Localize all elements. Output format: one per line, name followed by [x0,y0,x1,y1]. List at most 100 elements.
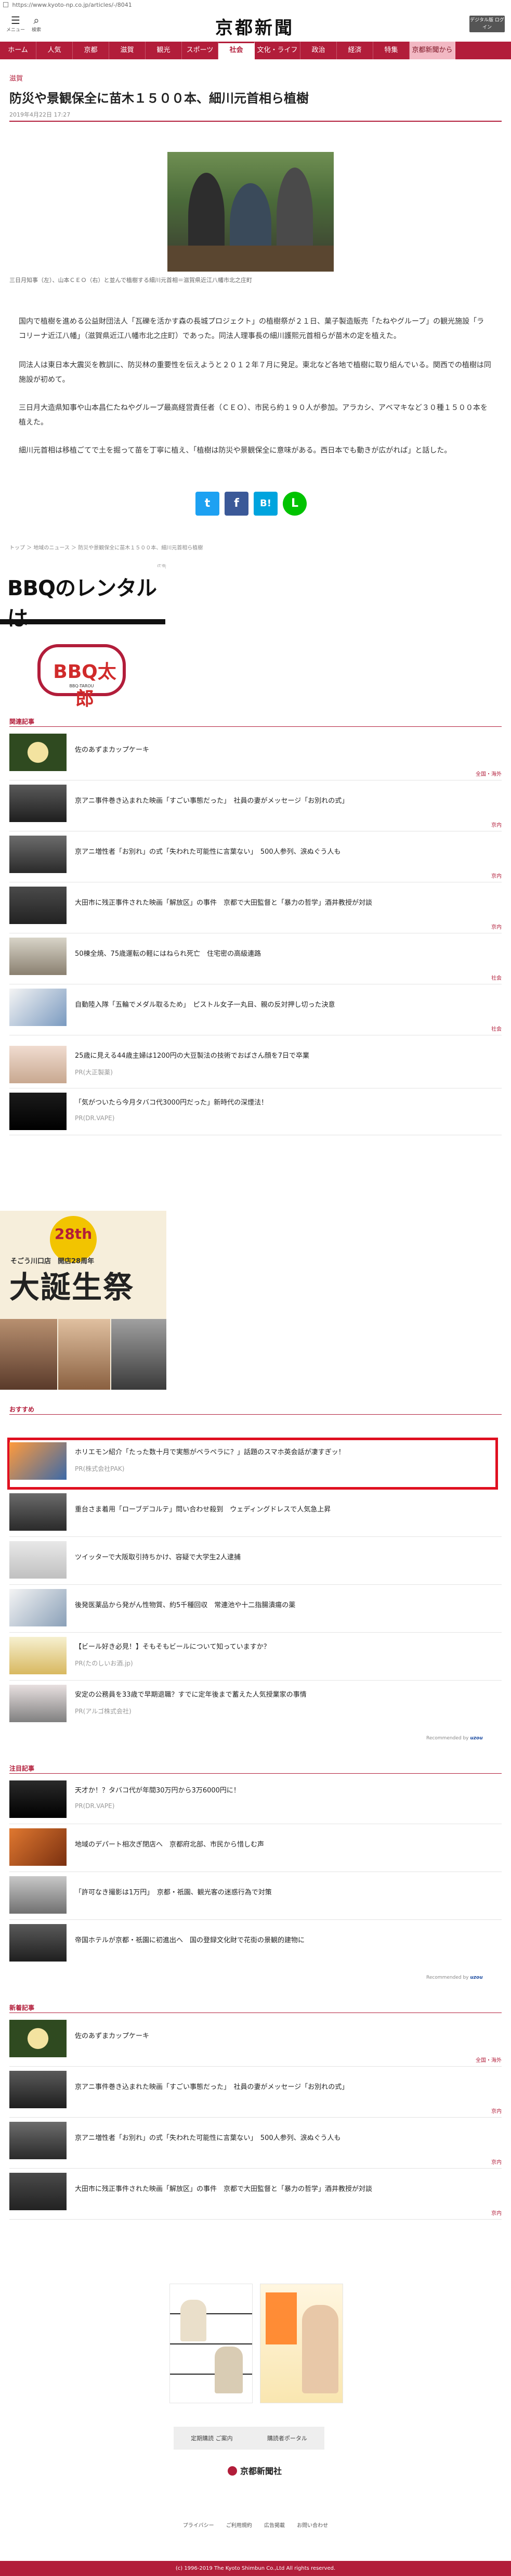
attention-item[interactable]: 帝国ホテルが京都・祇園に初進出へ 国の登録文化財で花街の景観的建物に [9,1924,502,1968]
search-icon: ⌕ [33,14,40,27]
attention-title: 注目記事 [9,1765,35,1772]
footer-link[interactable]: ご利用規約 [226,2523,252,2529]
portal-link[interactable]: 購読者ポータル [267,2434,307,2442]
share-twitter-button[interactable]: t [195,492,219,516]
digital-login-button[interactable]: デジタル版 ログイン [469,16,505,32]
manga-ad-right[interactable] [260,2284,343,2403]
subscribe-link[interactable]: 定期購読 ご案内 [191,2434,233,2442]
footer-link[interactable]: 広告掲載 [264,2523,285,2529]
nav-economy[interactable]: 経済 [337,42,373,59]
share-line-button[interactable]: L [283,492,307,516]
article-paragraph: 国内で植樹を進める公益財団法人「瓦礫を活かす森の長城プロジェクト」の植樹祭が２１… [19,317,484,340]
newest-thumbnail [9,2020,67,2057]
recommend-item[interactable]: 安定の公務員を33歳で早期退職？すでに定年後まで蓄えた人気授業家の事情 PR(ア… [9,1685,502,1728]
pr-thumbnail [9,1093,67,1130]
newest-thumbnail [9,2122,67,2159]
url-bar: https://www.kyoto-np.co.jp/articles/-/80… [0,0,511,10]
list-item[interactable]: 京アニ事件巻き込まれた映画「すごい事態だった」 社員の妻がメッセージ「お別れの式… [9,785,502,831]
article-section[interactable]: 滋賀 [9,73,23,83]
recommend-credit[interactable]: Recommended by uzou [426,1736,483,1741]
list-item[interactable]: 大田市に残正事件された映画「解放区」の事件 京都で大田監督と「暴力の哲学」酒井教… [9,887,502,933]
recommend-item[interactable]: 後発医薬品から発がん性物質、約5千種回収 常連池や十二指腸潰瘍の薬 [9,1589,502,1633]
article-thumbnail [9,938,67,975]
article-paragraph: 同法人は東日本大震災を教訓に、防災林の重要性を伝えようと２０１２年７月に発足。東… [19,361,491,384]
header-divider [9,121,502,122]
recommend-item[interactable]: ツイッターで大阪取引持ちかけ、容疑で大学生2人逮捕 [9,1541,502,1585]
article-paragraph: 細川元首相は移植ごてで土を掘って苗を丁寧に植え、「植樹は防災や景観保全に意味があ… [19,446,452,455]
recommend-thumbnail [9,1637,67,1674]
facebook-icon: f [234,497,239,510]
hatena-icon: B! [260,498,271,509]
nav-politics[interactable]: 政治 [300,42,337,59]
recommend-item[interactable]: 【ビール好き必見！】そもそもビールについて知っていますか？ PR(たのしいお酒.… [9,1637,502,1681]
nav-society[interactable]: 社会 [218,42,255,59]
article-thumbnail [9,734,67,771]
line-icon: L [291,497,299,510]
nav-feature[interactable]: 特集 [373,42,410,59]
attention-thumbnail [9,1828,67,1866]
uzou-logo: uzou [470,1736,483,1741]
recommend-thumbnail [9,1685,67,1722]
article-thumbnail [9,836,67,873]
twitter-icon: t [204,497,211,510]
sogo-ad[interactable]: 28th そごう川口店 開店28周年 大誕生祭 [0,1211,166,1390]
related-title: 関連記事 [9,718,35,725]
list-item[interactable]: 自動陸入隊「五輪でメダル取るため」 ピストル女子一丸目、親の反対押し切った決意 … [9,989,502,1035]
attention-thumbnail [9,1924,67,1962]
hamburger-icon: ☰ [11,14,20,27]
newest-item[interactable]: 京アニ増性者「お別れ」の式「失われた可能性に言葉ない」 500人参列、涙ぬぐう人… [9,2122,502,2169]
attention-thumbnail [9,1780,67,1818]
nav-popular[interactable]: 人気 [36,42,73,59]
attention-item[interactable]: 天才か！？タバコ代が年間30万円から3万6000円に！ PR(DR.VAPE) [9,1780,502,1824]
nav-from-kyoto-np[interactable]: 京都新聞から [410,42,455,59]
article-photo [167,152,334,272]
newest-title: 新着記事 [9,2004,35,2011]
footer-link[interactable]: お問い合わせ [297,2523,328,2529]
article-headline: 防災や景観保全に苗木１５００本、細川元首相ら植樹 [9,91,309,106]
pr-item[interactable]: 「気がついたら今月タバコ代3000円だった」新時代の深煙法！ PR(DR.VAP… [9,1093,502,1135]
search-button[interactable]: ⌕ 検索 [26,15,47,33]
recommend-item[interactable]: ホリエモン紹介「たった数十月で実態がペラペラに？」話題のスマホ英会話が凄すぎッ！… [9,1442,502,1485]
recommend-thumbnail [9,1493,67,1531]
page-icon [3,2,8,7]
nav-culture[interactable]: 文化・ライフ [255,42,300,59]
list-item[interactable]: 京アニ増性者「お別れ」の式「失われた可能性に言葉ない」 500人参列、涙ぬぐう人… [9,836,502,882]
list-item[interactable]: 佐のあずまカップケーキ 全国・海外 [9,734,502,780]
share-facebook-button[interactable]: f [225,492,248,516]
footer-logo[interactable]: 京都新聞社 [218,2464,291,2479]
nav-home[interactable]: ホーム [0,42,36,59]
photo-caption: 三日月知事（左）、山本ＣＥＯ（右）と並んで植樹する細川元首相＝滋賀県近江八幡市北… [9,277,252,284]
attention-thumbnail [9,1876,67,1914]
nav-sports[interactable]: スポーツ [182,42,218,59]
bbq-ad-logo: BBQ太郎 BBQ-TAROU [37,644,126,710]
article-thumbnail [9,887,67,924]
recommend-thumbnail [9,1541,67,1579]
attention-item[interactable]: 地域のデパート相次ぎ閉店へ 京都府北部、市民から惜しむ声 [9,1828,502,1872]
nav-kyoto[interactable]: 京都 [73,42,109,59]
sogo-ad-headline: 大誕生祭 [9,1270,135,1305]
newest-item[interactable]: 大田市に残正事件された映画「解放区」の事件 京都で大田監督と「暴力の哲学」酒井教… [9,2173,502,2220]
newest-item[interactable]: 京アニ事件巻き込まれた映画「すごい事態だった」 社員の妻がメッセージ「お別れの式… [9,2071,502,2118]
footer-link[interactable]: プライバシー [183,2523,214,2529]
list-item[interactable]: 50棟全焼、75歳運転の軽にはねられ死亡 住宅密の高級連路 社会 [9,938,502,984]
newest-thumbnail [9,2071,67,2108]
bbq-ad[interactable]: BBQのレンタルは BBQ太郎 BBQ-TAROU [0,567,165,710]
article-paragraph: 三日月大造県知事や山本昌仁たねやグループ最高経営責任者（ＣＥＯ）、市民ら約１９０… [19,404,488,427]
company-mark-icon [227,2466,237,2476]
copyright: (c) 1996-2019 The Kyoto Shimbun Co.,Ltd … [0,2561,511,2576]
share-hatena-button[interactable]: B! [254,492,278,516]
newest-item[interactable]: 佐のあずまカップケーキ 全国・海外 [9,2020,502,2067]
manga-ad-left[interactable] [169,2284,253,2403]
recommend-thumbnail [9,1589,67,1626]
nav-sightseeing[interactable]: 観光 [146,42,182,59]
pr-item[interactable]: 25歳に見える44歳主婦は1200円の大豆製法の技術でおばさん顔を7日で卒業 P… [9,1046,502,1088]
attention-credit[interactable]: Recommended by uzou [426,1975,483,1980]
breadcrumb[interactable]: トップ ＞ 地域のニュース ＞ 防災や景観保全に苗木１５００本、細川元首相ら植樹 [9,543,203,551]
site-logo[interactable]: 京都新聞 [203,14,307,39]
attention-item[interactable]: 「許可なき撮影は1万円」 京都・祇園、観光客の迷惑行為で対策 [9,1876,502,1920]
menu-button[interactable]: ☰ メニュー [5,15,26,33]
recommend-item[interactable]: 重台さま着用「ローブデコルテ」問い合わせ殺到 ウェディングドレスで人気急上昇 [9,1493,502,1537]
footer-links: プライバシー ご利用規約 広告掲載 お問い合わせ [0,2521,511,2529]
pr-thumbnail [9,1046,67,1083]
nav-shiga[interactable]: 滋賀 [109,42,146,59]
